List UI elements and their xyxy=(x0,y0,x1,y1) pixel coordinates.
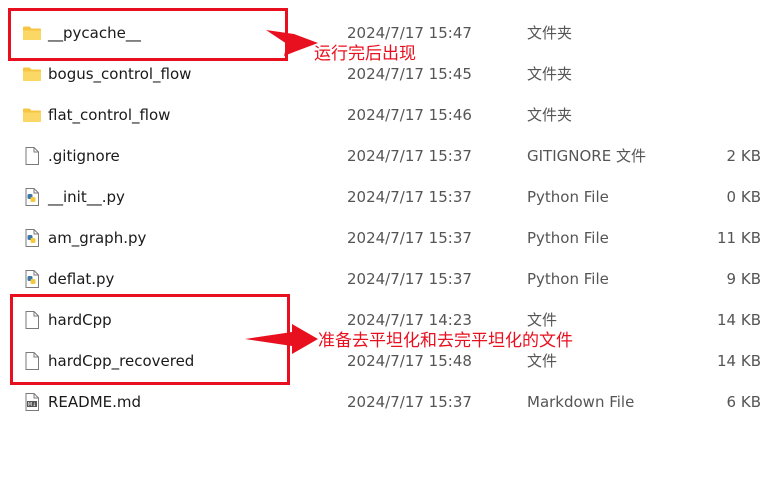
annotation-arrow-pycache xyxy=(266,30,318,56)
annotation-arrow-hardcpp xyxy=(245,324,318,354)
annotation-label-hardcpp: 准备去平坦化和去完平坦化的文件 xyxy=(318,331,573,351)
annotation-arrows xyxy=(245,30,318,354)
annotation-label-pycache: 运行完后出现 xyxy=(314,44,416,64)
